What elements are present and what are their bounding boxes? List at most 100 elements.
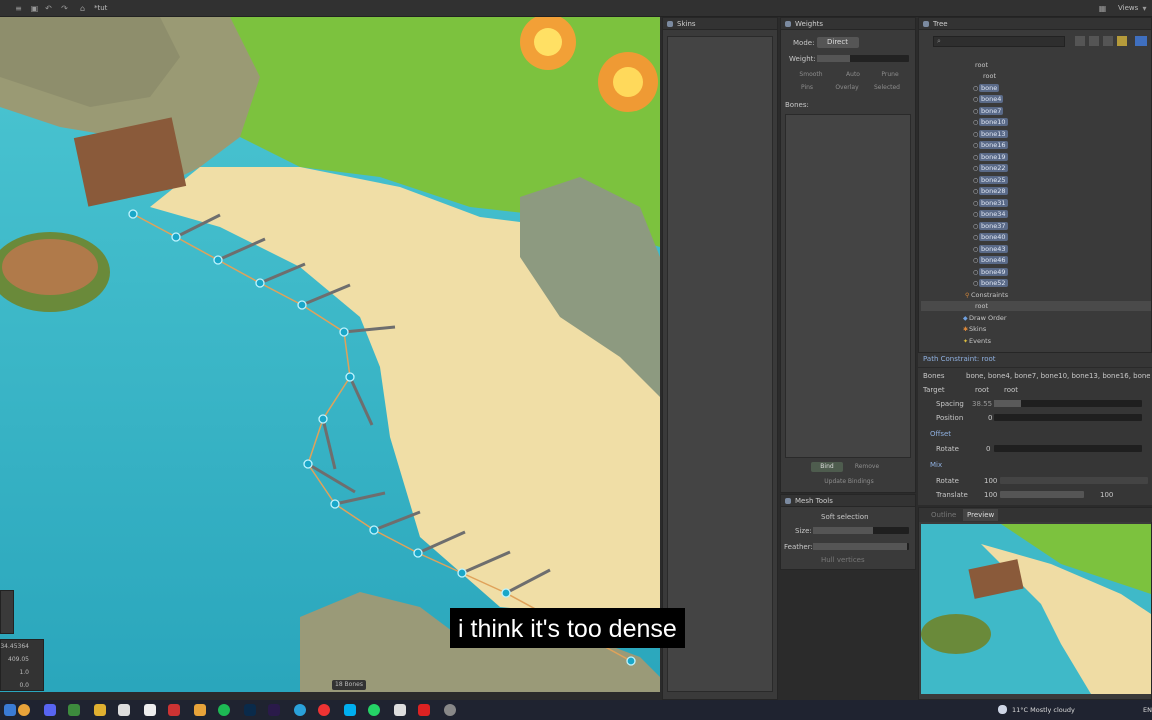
spine-icon[interactable] — [144, 704, 156, 716]
filter-all-icon[interactable] — [1135, 36, 1147, 46]
bind-button[interactable]: Bind — [811, 462, 843, 472]
offset-rotate-value[interactable]: 0 — [986, 445, 990, 453]
tree-item-root[interactable]: root — [973, 60, 990, 70]
settings-icon[interactable] — [444, 704, 456, 716]
bones-field-value[interactable]: bone, bone4, bone7, bone10, bone13, bone… — [966, 372, 1150, 380]
tree-item-bone43[interactable]: ○ bone43 — [973, 244, 1008, 254]
tree-item-bone34[interactable]: ○ bone34 — [973, 209, 1008, 219]
mix-rotate-slider[interactable] — [1000, 477, 1148, 484]
tree-item-bone40[interactable]: ○ bone40 — [973, 232, 1008, 242]
remove-button[interactable]: Remove — [847, 462, 887, 472]
grid-icon[interactable]: ▦ — [1098, 4, 1107, 13]
menu-icon[interactable]: ≡ — [14, 4, 23, 13]
tree-item-bone37[interactable]: ○ bone37 — [973, 221, 1008, 231]
position-value[interactable]: 0 — [988, 414, 992, 422]
explorer-icon[interactable] — [94, 704, 106, 716]
save-icon[interactable]: ▣ — [30, 4, 39, 13]
filter-attachments-icon[interactable] — [1103, 36, 1113, 46]
coord-rotation[interactable]: 0.0 — [19, 682, 29, 689]
acrobat-icon[interactable] — [418, 704, 430, 716]
soft-selection-toggle[interactable]: Soft selection — [821, 513, 869, 521]
youtube-icon[interactable] — [318, 704, 330, 716]
chrome-alt-icon[interactable] — [194, 704, 206, 716]
coord-y[interactable]: 409.05 — [8, 656, 29, 663]
weight-slider[interactable] — [817, 55, 909, 62]
tree-item-bone31[interactable]: ○ bone31 — [973, 198, 1008, 208]
sheets-icon[interactable] — [68, 704, 80, 716]
filter-slots-icon[interactable] — [1089, 36, 1099, 46]
views-menu[interactable]: Views — [1118, 4, 1138, 12]
tree-item-bone10[interactable]: ○ bone10 — [973, 117, 1008, 127]
app-icon[interactable] — [118, 704, 130, 716]
tree-item-bone22[interactable]: ○ bone22 — [973, 163, 1008, 173]
pins-toggle[interactable]: Pins — [793, 83, 821, 93]
tree-item-bone28[interactable]: ○ bone28 — [973, 186, 1008, 196]
whatsapp-icon[interactable] — [368, 704, 380, 716]
mix-translate-value[interactable]: 100 — [984, 491, 997, 499]
skins-list[interactable] — [667, 36, 773, 692]
update-bindings-button[interactable]: Update Bindings — [811, 477, 887, 487]
tree-item-path-constraint-root[interactable]: root — [921, 301, 1151, 311]
active-app-icon[interactable] — [168, 704, 180, 716]
undo-icon[interactable]: ↶ — [44, 4, 53, 13]
tree-item-bone13[interactable]: ○ bone13 — [973, 129, 1008, 139]
tree-item-bone52[interactable]: ○ bone52 — [973, 278, 1008, 288]
tree-item-bone[interactable]: ○ bone — [973, 83, 1000, 93]
discord-icon[interactable] — [44, 704, 56, 716]
coord-scale[interactable]: 1.0 — [19, 669, 29, 676]
tool-icon[interactable] — [394, 704, 406, 716]
spacing-slider[interactable] — [994, 400, 1142, 407]
mix-translate-value-2[interactable]: 100 — [1100, 491, 1113, 499]
start-icon[interactable] — [4, 704, 16, 716]
spacing-value[interactable]: 38.55 — [972, 400, 992, 408]
offset-section[interactable]: Offset — [930, 430, 951, 438]
target-path[interactable]: root — [1004, 386, 1018, 394]
feather-slider[interactable] — [813, 543, 909, 550]
tree-item-bone16[interactable]: ○ bone16 — [973, 140, 1008, 150]
tree-item-bone7[interactable]: ○ bone7 — [973, 106, 1004, 116]
size-slider[interactable] — [813, 527, 909, 534]
tree-item-bone46[interactable]: ○ bone46 — [973, 255, 1008, 265]
tree-search-input[interactable]: ⌕ — [933, 36, 1065, 47]
offset-rotate-slider[interactable] — [994, 445, 1142, 452]
mode-select[interactable]: Direct — [817, 37, 859, 48]
tool-palette[interactable] — [0, 590, 14, 634]
tree-item-root-slot[interactable]: root — [983, 71, 996, 81]
tree-item-draw-order[interactable]: ◆Draw Order — [963, 313, 1007, 323]
mix-translate-slider[interactable] — [1000, 491, 1084, 498]
premiere-icon[interactable] — [268, 704, 280, 716]
target-bone[interactable]: root — [975, 386, 989, 394]
tree-filter-toolbar[interactable] — [1073, 36, 1152, 47]
selected-toggle[interactable]: Selected — [871, 83, 903, 93]
hull-vertices-toggle[interactable]: Hull vertices — [821, 556, 865, 564]
overlay-toggle[interactable]: Overlay — [831, 83, 863, 93]
weather-text[interactable]: 11°C Mostly cloudy — [1012, 706, 1075, 714]
chrome-icon[interactable] — [18, 704, 30, 716]
redo-icon[interactable]: ↷ — [60, 4, 69, 13]
chevron-down-icon[interactable]: ▾ — [1140, 4, 1149, 13]
photoshop-icon[interactable] — [244, 704, 256, 716]
tree-item-events[interactable]: ✦Events — [963, 336, 991, 346]
prune-button[interactable]: Prune — [875, 70, 905, 80]
tab-outline[interactable]: Outline — [931, 511, 956, 519]
mix-section[interactable]: Mix — [930, 461, 942, 469]
canvas-viewport[interactable]: 34.45364 409.05 1.0 0.0 18 Bones — [0, 17, 660, 692]
tree-list[interactable]: root root ○ bone ○ bone4 ○ bone7 ○ bone10 ○ b… — [921, 52, 1151, 352]
tree-item-skins[interactable]: ✱Skins — [963, 324, 986, 334]
coord-x[interactable]: 34.45364 — [0, 643, 29, 650]
tree-item-constraints[interactable]: ⚲ Constraints — [965, 290, 1008, 300]
spotify-icon[interactable] — [218, 704, 230, 716]
tab-preview[interactable]: Preview — [963, 509, 999, 521]
auto-button[interactable]: Auto — [837, 70, 869, 80]
smooth-button[interactable]: Smooth — [791, 70, 831, 80]
tree-item-bone4[interactable]: ○ bone4 — [973, 94, 1004, 104]
tree-item-bone19[interactable]: ○ bone19 — [973, 152, 1008, 162]
skype-icon[interactable] — [344, 704, 356, 716]
mix-rotate-value[interactable]: 100 — [984, 477, 997, 485]
telegram-icon[interactable] — [294, 704, 306, 716]
filter-constraints-icon[interactable] — [1117, 36, 1127, 46]
bones-list[interactable] — [785, 114, 911, 458]
folder-icon[interactable]: ⌂ — [78, 4, 87, 13]
tree-item-bone25[interactable]: ○ bone25 — [973, 175, 1008, 185]
position-slider[interactable] — [994, 414, 1142, 421]
